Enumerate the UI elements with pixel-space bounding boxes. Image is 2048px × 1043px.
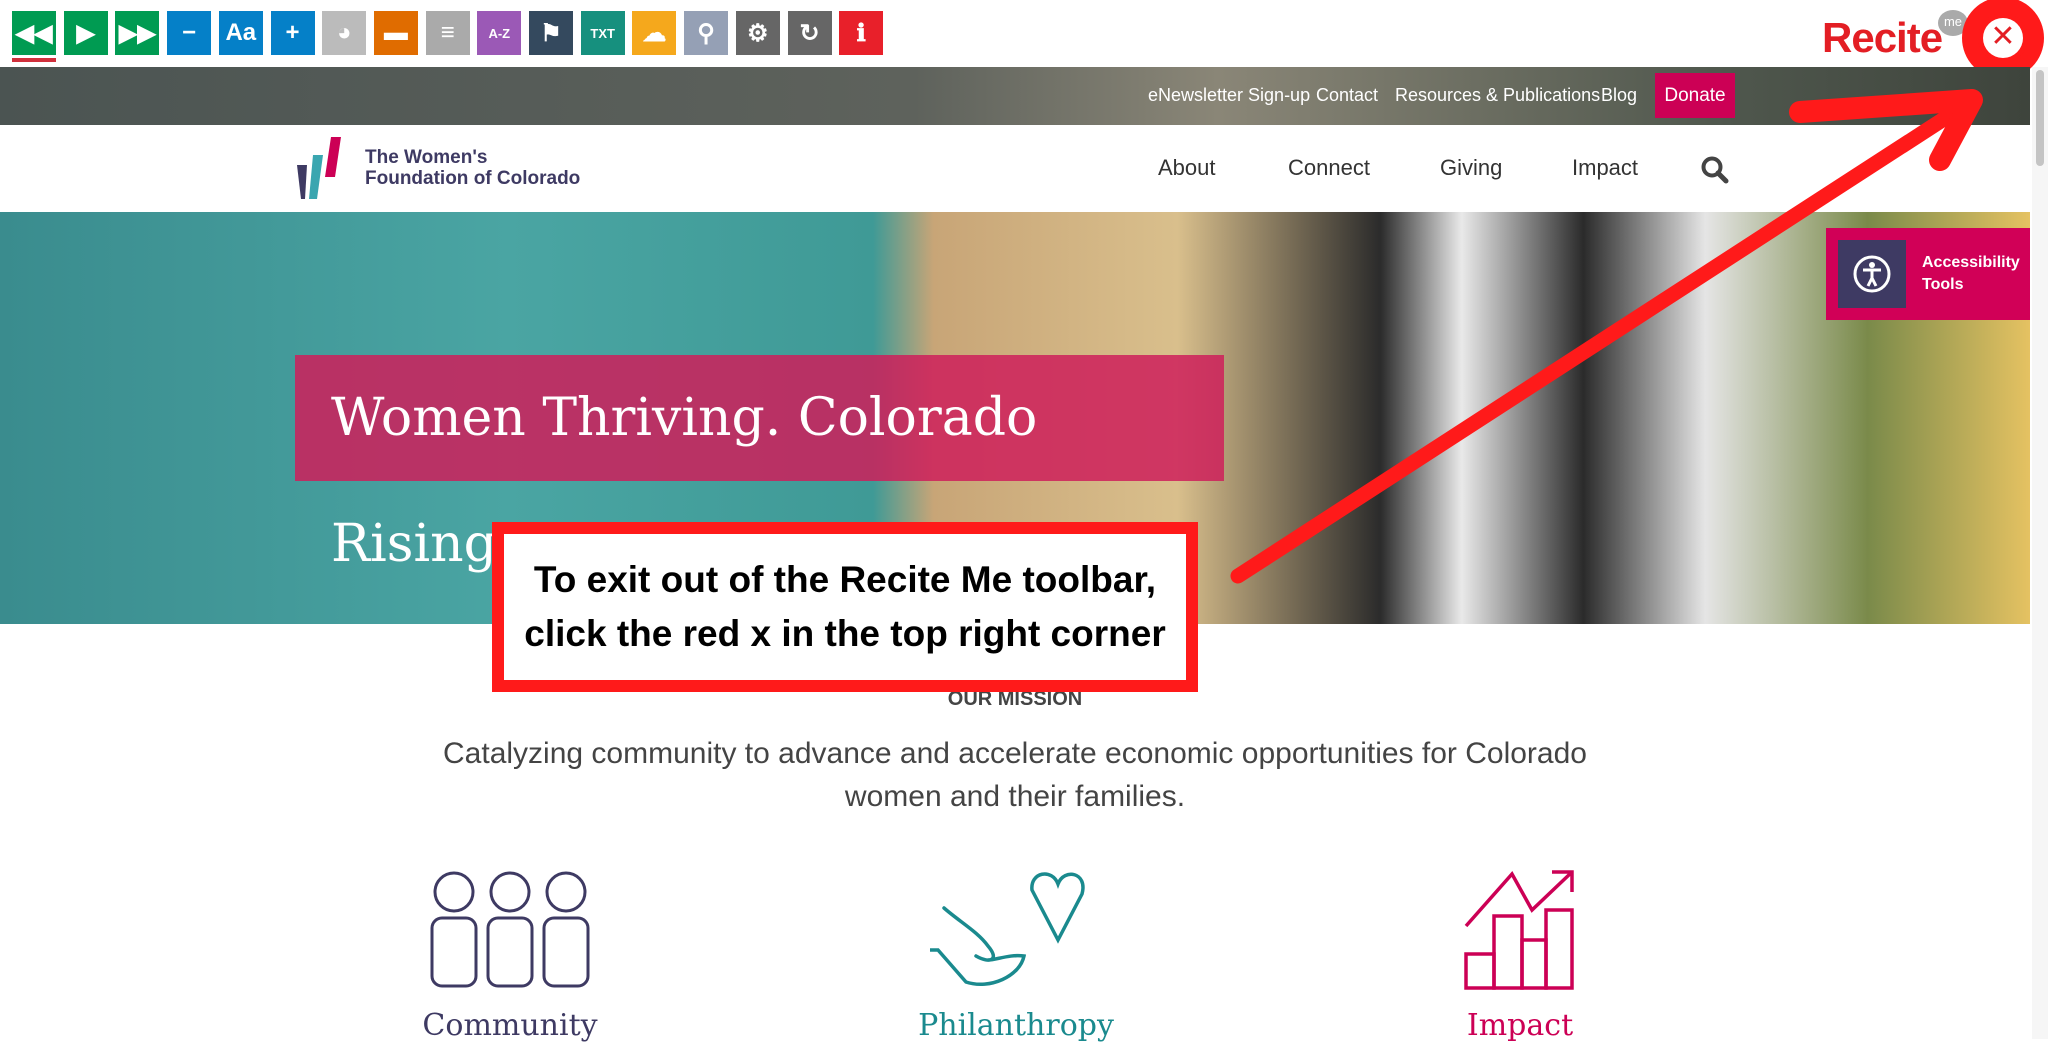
instruction-callout: To exit out of the Recite Me toolbar, cl… (492, 522, 1198, 692)
callout-line1: To exit out of the Recite Me toolbar, (533, 559, 1157, 600)
annotation-arrow (1230, 89, 1983, 584)
callout-line2: click the red x in the top right corner (524, 613, 1166, 654)
